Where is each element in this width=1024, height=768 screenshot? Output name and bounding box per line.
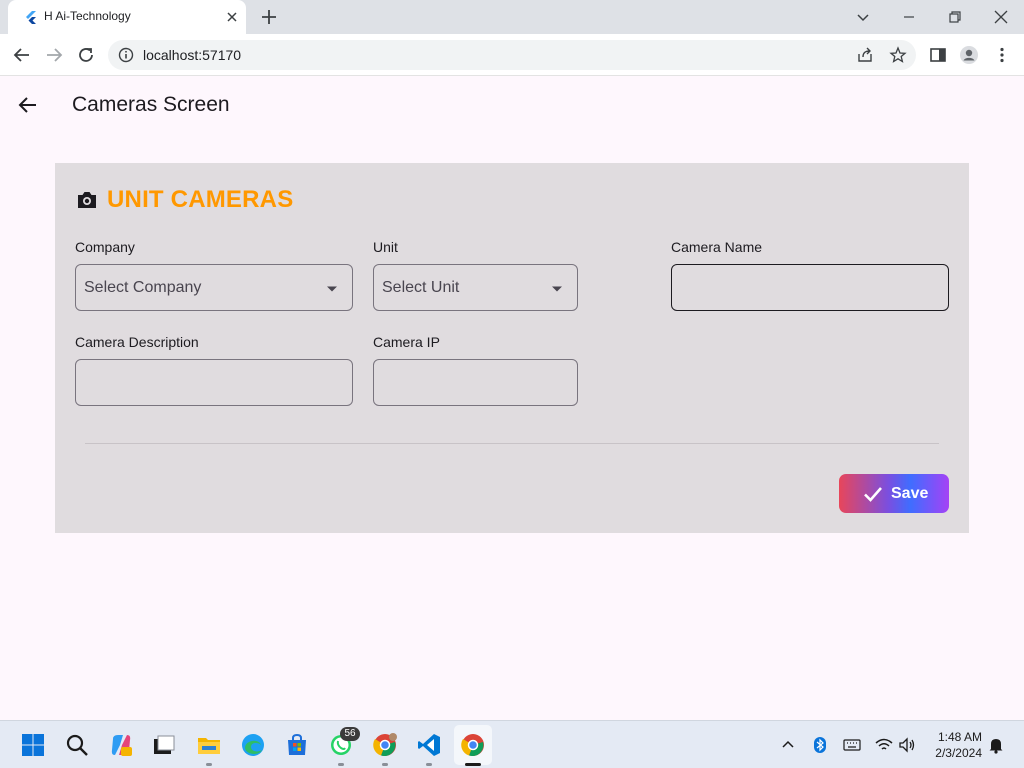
- file-explorer-icon[interactable]: [197, 733, 221, 757]
- share-icon[interactable]: [856, 46, 874, 64]
- new-tab-icon[interactable]: [260, 8, 278, 26]
- save-button-label: Save: [891, 485, 929, 502]
- camera-description-input[interactable]: [75, 359, 353, 406]
- arrow-back-icon[interactable]: [16, 93, 40, 117]
- address-bar[interactable]: localhost:57170: [108, 40, 916, 70]
- search-icon[interactable]: [65, 733, 89, 757]
- microsoft-store-icon[interactable]: [285, 733, 309, 757]
- clock-date[interactable]: 2/3/2024: [930, 746, 982, 760]
- camera-ip-label: Camera IP: [373, 334, 440, 350]
- back-icon[interactable]: [12, 45, 32, 65]
- site-info-icon[interactable]: [118, 47, 134, 63]
- task-view-icon[interactable]: [152, 733, 176, 757]
- forward-icon[interactable]: [44, 45, 64, 65]
- camera-icon: [78, 192, 96, 208]
- camera-name-input[interactable]: [671, 264, 949, 311]
- active-indicator: [465, 763, 481, 766]
- wifi-icon[interactable]: [875, 736, 893, 754]
- clock-time[interactable]: 1:48 AM: [934, 730, 982, 744]
- bluetooth-icon[interactable]: [811, 736, 829, 754]
- edge-icon[interactable]: [241, 733, 265, 757]
- save-button[interactable]: Save: [839, 474, 949, 513]
- section-title: UNIT CAMERAS: [107, 186, 294, 213]
- chrome-icon[interactable]: [461, 733, 485, 757]
- unit-label: Unit: [373, 239, 398, 255]
- close-tab-icon[interactable]: [224, 9, 240, 25]
- profile-avatar-icon[interactable]: [959, 45, 979, 65]
- notification-bell-icon[interactable]: [987, 736, 1005, 754]
- keyboard-icon[interactable]: [843, 736, 861, 754]
- camera-description-label: Camera Description: [75, 334, 199, 350]
- browser-toolbar: localhost:57170: [0, 34, 1024, 76]
- menu-kebab-icon[interactable]: [992, 45, 1012, 65]
- page-title: Cameras Screen: [72, 93, 230, 116]
- bookmark-star-icon[interactable]: [889, 46, 907, 64]
- chevron-up-icon[interactable]: [779, 736, 797, 754]
- app-bar: Cameras Screen: [0, 77, 1024, 133]
- flutter-icon: [26, 11, 36, 24]
- close-window-icon[interactable]: [990, 6, 1012, 28]
- tab-title: H Ai-Technology: [44, 9, 131, 23]
- volume-icon[interactable]: [898, 736, 916, 754]
- whatsapp-badge: 56: [340, 727, 360, 741]
- side-panel-icon[interactable]: [928, 45, 948, 65]
- company-label: Company: [75, 239, 135, 255]
- windows-start-icon[interactable]: [21, 733, 45, 757]
- check-icon: [864, 487, 882, 502]
- tab-search-icon[interactable]: [852, 6, 874, 28]
- copilot-icon[interactable]: [109, 733, 133, 757]
- company-dropdown[interactable]: Select Company: [75, 264, 353, 311]
- camera-name-label: Camera Name: [671, 239, 763, 255]
- running-indicator: [382, 763, 388, 766]
- browser-tabstrip: H Ai-Technology: [0, 0, 1024, 34]
- url-text: localhost:57170: [143, 47, 242, 63]
- running-indicator: [426, 763, 432, 766]
- unit-dropdown[interactable]: Select Unit: [373, 264, 578, 311]
- camera-ip-input[interactable]: [373, 359, 578, 406]
- os-taskbar: 56 1:48 AM 2/3/2024: [0, 720, 1024, 768]
- minimize-icon[interactable]: [898, 6, 920, 28]
- dropdown-arrow-icon: [552, 286, 562, 292]
- company-placeholder: Select Company: [84, 279, 202, 296]
- unit-placeholder: Select Unit: [382, 279, 460, 296]
- vscode-icon[interactable]: [417, 733, 441, 757]
- running-indicator: [338, 763, 344, 766]
- divider: [85, 443, 939, 444]
- running-indicator: [206, 763, 212, 766]
- browser-tab[interactable]: H Ai-Technology: [8, 0, 246, 34]
- dropdown-arrow-icon: [327, 286, 337, 292]
- unit-cameras-card: UNIT CAMERAS Company Select Company Unit…: [55, 163, 969, 533]
- restore-icon[interactable]: [944, 6, 966, 28]
- reload-icon[interactable]: [76, 45, 96, 65]
- chrome-profile-icon[interactable]: [373, 733, 397, 757]
